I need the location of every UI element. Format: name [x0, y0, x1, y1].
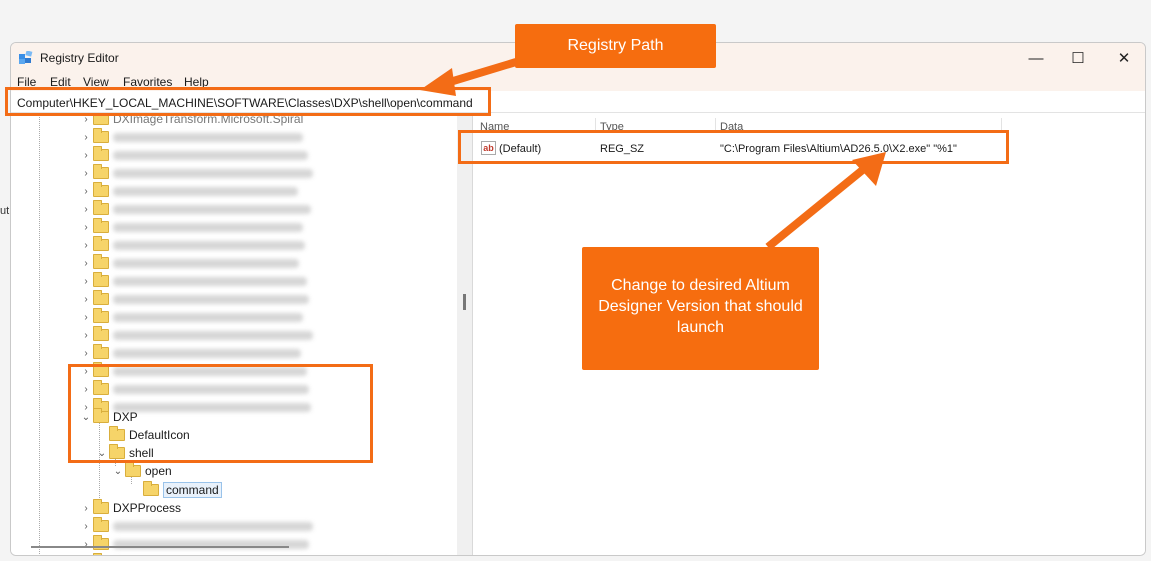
blurred-label	[113, 240, 305, 250]
tree-item[interactable]: ›	[79, 517, 313, 535]
folder-icon	[93, 182, 109, 197]
address-highlight-box	[5, 87, 491, 116]
registry-editor-window: Registry Editor — ☐ ✕ File Edit View Fav…	[10, 42, 1146, 556]
blurred-label	[113, 348, 301, 358]
chevron-right-icon[interactable]: ›	[79, 312, 93, 323]
vertical-scrollbar-thumb[interactable]	[463, 294, 466, 310]
tree-item[interactable]: ›	[79, 236, 305, 254]
chevron-right-icon[interactable]: ›	[79, 330, 93, 341]
chevron-right-icon[interactable]: ›	[79, 132, 93, 143]
tree-item-label-selected: command	[163, 482, 222, 498]
folder-icon	[93, 272, 109, 287]
chevron-right-icon[interactable]: ›	[79, 240, 93, 251]
folder-icon	[93, 218, 109, 233]
tree-item[interactable]: ›	[79, 182, 298, 200]
tree-item[interactable]: ›	[79, 535, 309, 553]
minimize-button[interactable]: —	[1013, 43, 1059, 73]
maximize-button[interactable]: ☐	[1055, 43, 1101, 73]
blurred-label	[113, 294, 309, 304]
chevron-right-icon[interactable]: ›	[79, 186, 93, 197]
chevron-right-icon[interactable]: ›	[79, 348, 93, 359]
folder-icon	[93, 164, 109, 179]
blurred-label	[113, 222, 303, 232]
registry-path-callout: Registry Path	[515, 24, 716, 68]
chevron-right-icon[interactable]: ›	[79, 521, 93, 532]
blurred-label	[113, 168, 313, 178]
registry-editor-icon	[19, 51, 33, 64]
window-title: Registry Editor	[40, 51, 119, 65]
blurred-label	[113, 276, 307, 286]
tree-item-label: open	[145, 464, 172, 478]
tree-item[interactable]: ›	[79, 218, 303, 236]
blurred-label	[113, 186, 298, 196]
tree-item-dxpprocess[interactable]: › DXPProcess	[79, 499, 181, 517]
tree-item[interactable]: ›	[79, 344, 301, 362]
folder-icon	[93, 344, 109, 359]
chevron-right-icon[interactable]: ›	[79, 222, 93, 233]
key-tree-pane[interactable]: › DXImageTransform.Microsoft.Spiral › › …	[11, 114, 456, 555]
chevron-right-icon[interactable]: ›	[79, 204, 93, 215]
tree-item[interactable]: ›	[79, 164, 313, 182]
blurred-label	[113, 258, 299, 268]
tree-item-label: DXPProcess	[113, 501, 182, 515]
folder-icon	[93, 146, 109, 161]
folder-icon	[93, 499, 109, 514]
tree-item[interactable]: › DXImageTransform.Microsoft.Spiral	[79, 114, 303, 128]
change-version-callout: Change to desired Altium Designer Versio…	[582, 247, 819, 370]
tree-item-open[interactable]: ⌄ open	[111, 462, 172, 480]
folder-icon	[93, 254, 109, 269]
blurred-label	[113, 150, 308, 160]
close-button[interactable]: ✕	[1101, 43, 1145, 73]
tree-highlight-box	[68, 364, 373, 463]
chevron-right-icon[interactable]: ›	[79, 168, 93, 179]
folder-icon	[93, 535, 109, 550]
background-text-fragment: ut	[0, 205, 10, 217]
tree-item[interactable]: ›	[79, 128, 303, 146]
chevron-down-icon[interactable]: ⌄	[111, 466, 125, 477]
chevron-right-icon[interactable]: ›	[79, 150, 93, 161]
tree-item[interactable]: ›	[79, 272, 307, 290]
horizontal-scrollbar[interactable]	[31, 546, 289, 548]
blurred-label	[113, 521, 313, 531]
chevron-right-icon[interactable]: ›	[79, 258, 93, 269]
chevron-right-icon[interactable]: ›	[79, 503, 93, 514]
blurred-label	[113, 132, 303, 142]
folder-icon	[143, 481, 159, 496]
tree-item-command[interactable]: command	[143, 481, 222, 499]
pane-splitter[interactable]	[457, 114, 472, 555]
tree-item[interactable]: ›	[79, 146, 308, 164]
chevron-right-icon[interactable]: ›	[79, 294, 93, 305]
tree-item[interactable]: ›	[79, 200, 311, 218]
screenshot-stage: ut Registry Editor — ☐ ✕ File Edit View …	[0, 0, 1151, 561]
tree-guide-line	[39, 114, 40, 554]
folder-icon	[93, 128, 109, 143]
tree-item[interactable]: ›	[79, 254, 299, 272]
blurred-label	[113, 204, 311, 214]
tree-item[interactable]: ›	[79, 326, 313, 344]
folder-icon	[93, 236, 109, 251]
folder-icon	[93, 326, 109, 341]
value-highlight-box	[458, 130, 1009, 164]
folder-icon	[93, 517, 109, 532]
blurred-label	[113, 330, 313, 340]
tree-item[interactable]: ›	[79, 308, 303, 326]
chevron-right-icon[interactable]: ›	[79, 276, 93, 287]
blurred-label	[113, 312, 303, 322]
folder-icon	[93, 308, 109, 323]
tree-item[interactable]: ›	[79, 553, 393, 555]
tree-item[interactable]: ›	[79, 290, 309, 308]
folder-icon	[125, 462, 141, 477]
folder-icon	[93, 290, 109, 305]
folder-icon	[93, 200, 109, 215]
